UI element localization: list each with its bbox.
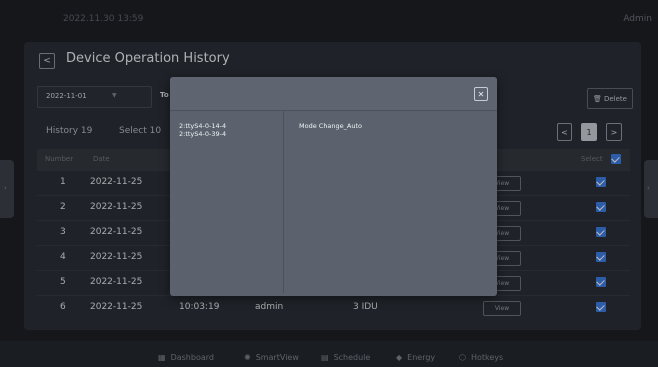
device-item: 2:ttyS4-0-39-4 <box>179 130 227 138</box>
device-item: 2:ttyS4-0-14-4 <box>179 122 227 130</box>
dialog-header: ✕ <box>170 77 497 111</box>
operation-detail-dialog: ✕ 2:ttyS4-0-14-4 2:ttyS4-0-39-4 Mode Cha… <box>170 77 497 296</box>
close-icon: ✕ <box>477 89 485 99</box>
operation-text: Mode Change_Auto <box>299 122 363 130</box>
dialog-divider <box>283 111 284 293</box>
device-list: 2:ttyS4-0-14-4 2:ttyS4-0-39-4 <box>179 122 226 138</box>
close-button[interactable]: ✕ <box>474 87 488 101</box>
